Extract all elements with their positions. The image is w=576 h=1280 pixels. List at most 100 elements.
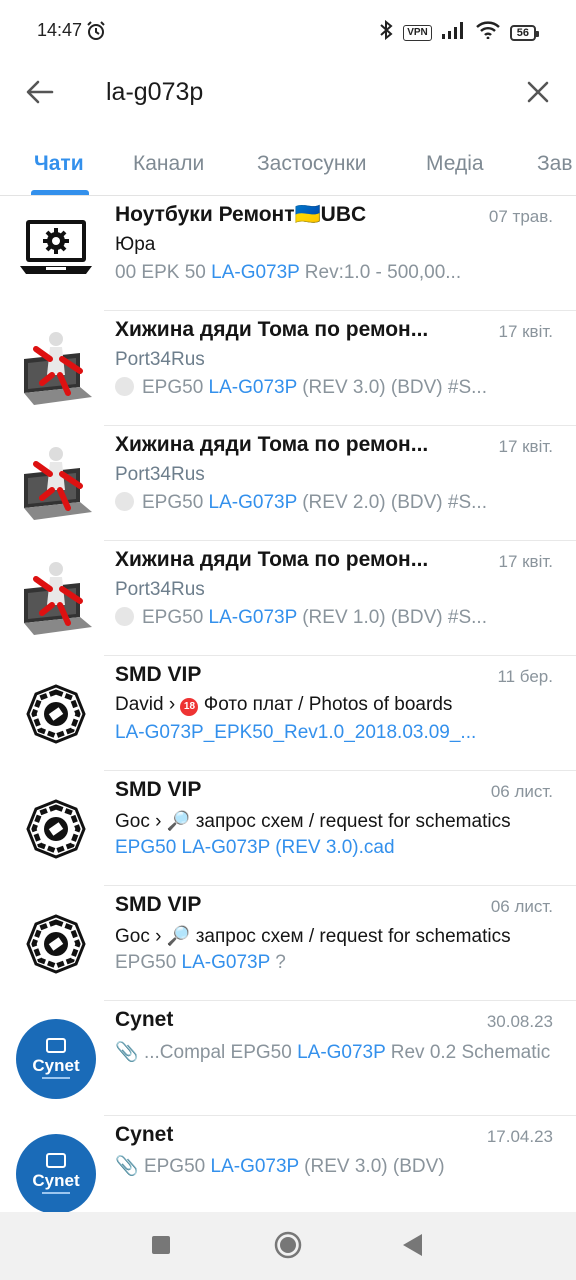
- battery-indicator: 56: [509, 24, 540, 41]
- home-button[interactable]: [274, 1231, 302, 1264]
- chat-date: 17 квіт.: [498, 437, 553, 456]
- chat-sender: Port34Rus: [115, 464, 205, 485]
- chat-result-row[interactable]: Хижина дяди Тома по ремон... 17 квіт. Po…: [0, 311, 576, 426]
- chat-date: 17 квіт.: [498, 322, 553, 341]
- attachment-icon: 📎: [115, 1042, 139, 1063]
- match-highlight: LA-G073P: [211, 262, 300, 283]
- preview-text: (REV 1.0) (BDV) #S...: [296, 607, 487, 628]
- vpn-badge: VPN: [403, 24, 432, 41]
- avatar: Cynet: [16, 1134, 96, 1214]
- chat-title: Хижина дяди Тома по ремон...: [115, 318, 429, 341]
- preview-text: Rev:1.0 - 500,00...: [299, 262, 462, 283]
- message-preview: 📎 ...Compal EPG50 LA-G073P Rev 0.2 Schem…: [115, 1039, 555, 1095]
- signal-icon: [441, 21, 466, 44]
- preview-text: Rev 0.2 Schematic: [385, 1042, 551, 1063]
- tab-chats[interactable]: Чати: [34, 152, 84, 176]
- match-highlight: LA-G073P: [208, 492, 297, 513]
- chat-sender: Port34Rus: [115, 349, 205, 370]
- cynet-logo-icon: Cynet: [32, 1038, 80, 1079]
- avatar: [16, 329, 96, 409]
- chat-title: Cynet: [115, 1123, 174, 1146]
- chat-result-row[interactable]: Cynet Cynet 30.08.23 📎 ...Compal EPG50 L…: [0, 1001, 576, 1116]
- chat-title: SMD VIP: [115, 663, 202, 686]
- bluetooth-icon: [379, 19, 393, 45]
- avatar: [16, 674, 96, 754]
- back-button[interactable]: [22, 74, 58, 110]
- recents-button[interactable]: [152, 1236, 170, 1259]
- chat-date: 06 лист.: [490, 897, 553, 916]
- chevron-right-icon: ›: [163, 694, 181, 715]
- status-bar: 14:47 VPN 56: [0, 0, 576, 62]
- preview-text: EPG50: [115, 952, 182, 973]
- preview-text: EPG50: [142, 492, 209, 513]
- tab-channels[interactable]: Канали: [133, 152, 204, 176]
- active-tab-indicator: [31, 190, 89, 195]
- chat-result-row[interactable]: SMD VIP 11 бер. David › 18 Фото плат / P…: [0, 656, 576, 771]
- message-preview: EPG50 LA-G073P (REV 3.0) (BDV) #S...: [115, 377, 555, 399]
- avatar: [16, 904, 96, 984]
- chat-title: Cynet: [115, 1008, 174, 1031]
- repair-figure-icon: [24, 332, 92, 405]
- chat-title: SMD VIP: [115, 893, 202, 916]
- avatar: [16, 212, 96, 292]
- chat-result-row[interactable]: Хижина дяди Тома по ремон... 17 квіт. Po…: [0, 541, 576, 656]
- media-thumbnail-icon: [115, 377, 134, 396]
- preview-text: (REV 2.0) (BDV) #S...: [296, 492, 487, 513]
- cynet-logo-text: Cynet: [32, 1056, 80, 1075]
- match-highlight: LA-G073P: [210, 1156, 299, 1177]
- preview-text: (REV 3.0) (BDV) #S...: [296, 377, 487, 398]
- preview-text: EPG50: [142, 607, 209, 628]
- topic-sender: David: [115, 694, 164, 715]
- media-thumbnail-icon: [115, 607, 134, 626]
- match-highlight: LA-G073P: [297, 1042, 386, 1063]
- tab-downloads[interactable]: Зав: [537, 152, 573, 176]
- repair-figure-icon: [24, 447, 92, 520]
- triangle-back-icon: [403, 1234, 422, 1256]
- chat-sender: Port34Rus: [115, 579, 205, 600]
- avatar: [16, 444, 96, 524]
- bagua-logo-icon: [26, 799, 86, 859]
- chat-result-row[interactable]: SMD VIP 06 лист. Goc › 🔎 запрос схем / r…: [0, 771, 576, 886]
- topic-name: запрос схем / request for schematics: [195, 926, 511, 947]
- avatar: [16, 789, 96, 869]
- topic-name: запрос схем / request for schematics: [195, 811, 511, 832]
- cynet-logo-text: Cynet: [32, 1171, 80, 1190]
- chat-date: 06 лист.: [490, 782, 553, 801]
- attachment-icon: 📎: [115, 1156, 139, 1177]
- chat-title: Хижина дяди Тома по ремон...: [115, 548, 429, 571]
- chevron-right-icon: ›: [149, 926, 167, 947]
- back-nav-button[interactable]: [402, 1234, 422, 1261]
- chat-result-row[interactable]: Хижина дяди Тома по ремон... 17 квіт. Po…: [0, 426, 576, 541]
- file-name-link: EPG50 LA-G073P (REV 3.0).cad: [115, 837, 395, 858]
- close-icon: [527, 81, 549, 103]
- chat-result-row[interactable]: SMD VIP 06 лист. Goc › 🔎 запрос схем / r…: [0, 886, 576, 1001]
- clear-search-button[interactable]: [520, 74, 556, 110]
- square-icon: [152, 1236, 170, 1254]
- message-preview: 00 EPK 50 LA-G073P Rev:1.0 - 500,00...: [115, 262, 555, 284]
- topic-line: David › 18 Фото плат / Photos of boards: [115, 694, 555, 716]
- preview-text: 00 EPK 50: [115, 262, 212, 283]
- circle-icon: [274, 1231, 302, 1259]
- match-highlight: LA-G073P: [208, 377, 297, 398]
- preview-text: ?: [269, 952, 286, 973]
- chat-date: 17.04.23: [486, 1127, 553, 1146]
- magnifier-icon: 🔎: [166, 926, 191, 947]
- status-time: 14:47: [37, 20, 83, 40]
- magnifier-icon: 🔎: [166, 811, 191, 832]
- bagua-logo-icon: [26, 914, 86, 974]
- preview-text: EPG50: [143, 1156, 211, 1177]
- topic-name: Фото плат / Photos of boards: [203, 694, 453, 715]
- tab-apps[interactable]: Застосунки: [257, 152, 366, 176]
- search-results-list: Ноутбуки Ремонт🇺🇦UBC 07 трав. Юра 00 EPK…: [0, 196, 576, 1231]
- chat-date: 30.08.23: [486, 1012, 553, 1031]
- tab-media[interactable]: Медіа: [426, 152, 484, 176]
- message-preview: EPG50 LA-G073P (REV 1.0) (BDV) #S...: [115, 607, 555, 629]
- topic-line: Goc › 🔎 запрос схем / request for schema…: [115, 924, 555, 948]
- wifi-icon: [475, 21, 500, 44]
- bagua-logo-icon: [26, 684, 86, 744]
- preview-text: ...Compal EPG50: [143, 1042, 298, 1063]
- search-input[interactable]: [106, 74, 506, 110]
- chat-title: Хижина дяди Тома по ремон...: [115, 433, 429, 456]
- chat-result-row[interactable]: Ноутбуки Ремонт🇺🇦UBC 07 трав. Юра 00 EPK…: [0, 196, 576, 311]
- file-name-link: LA-G073P_EPK50_Rev1.0_2018.03.09_...: [115, 722, 477, 743]
